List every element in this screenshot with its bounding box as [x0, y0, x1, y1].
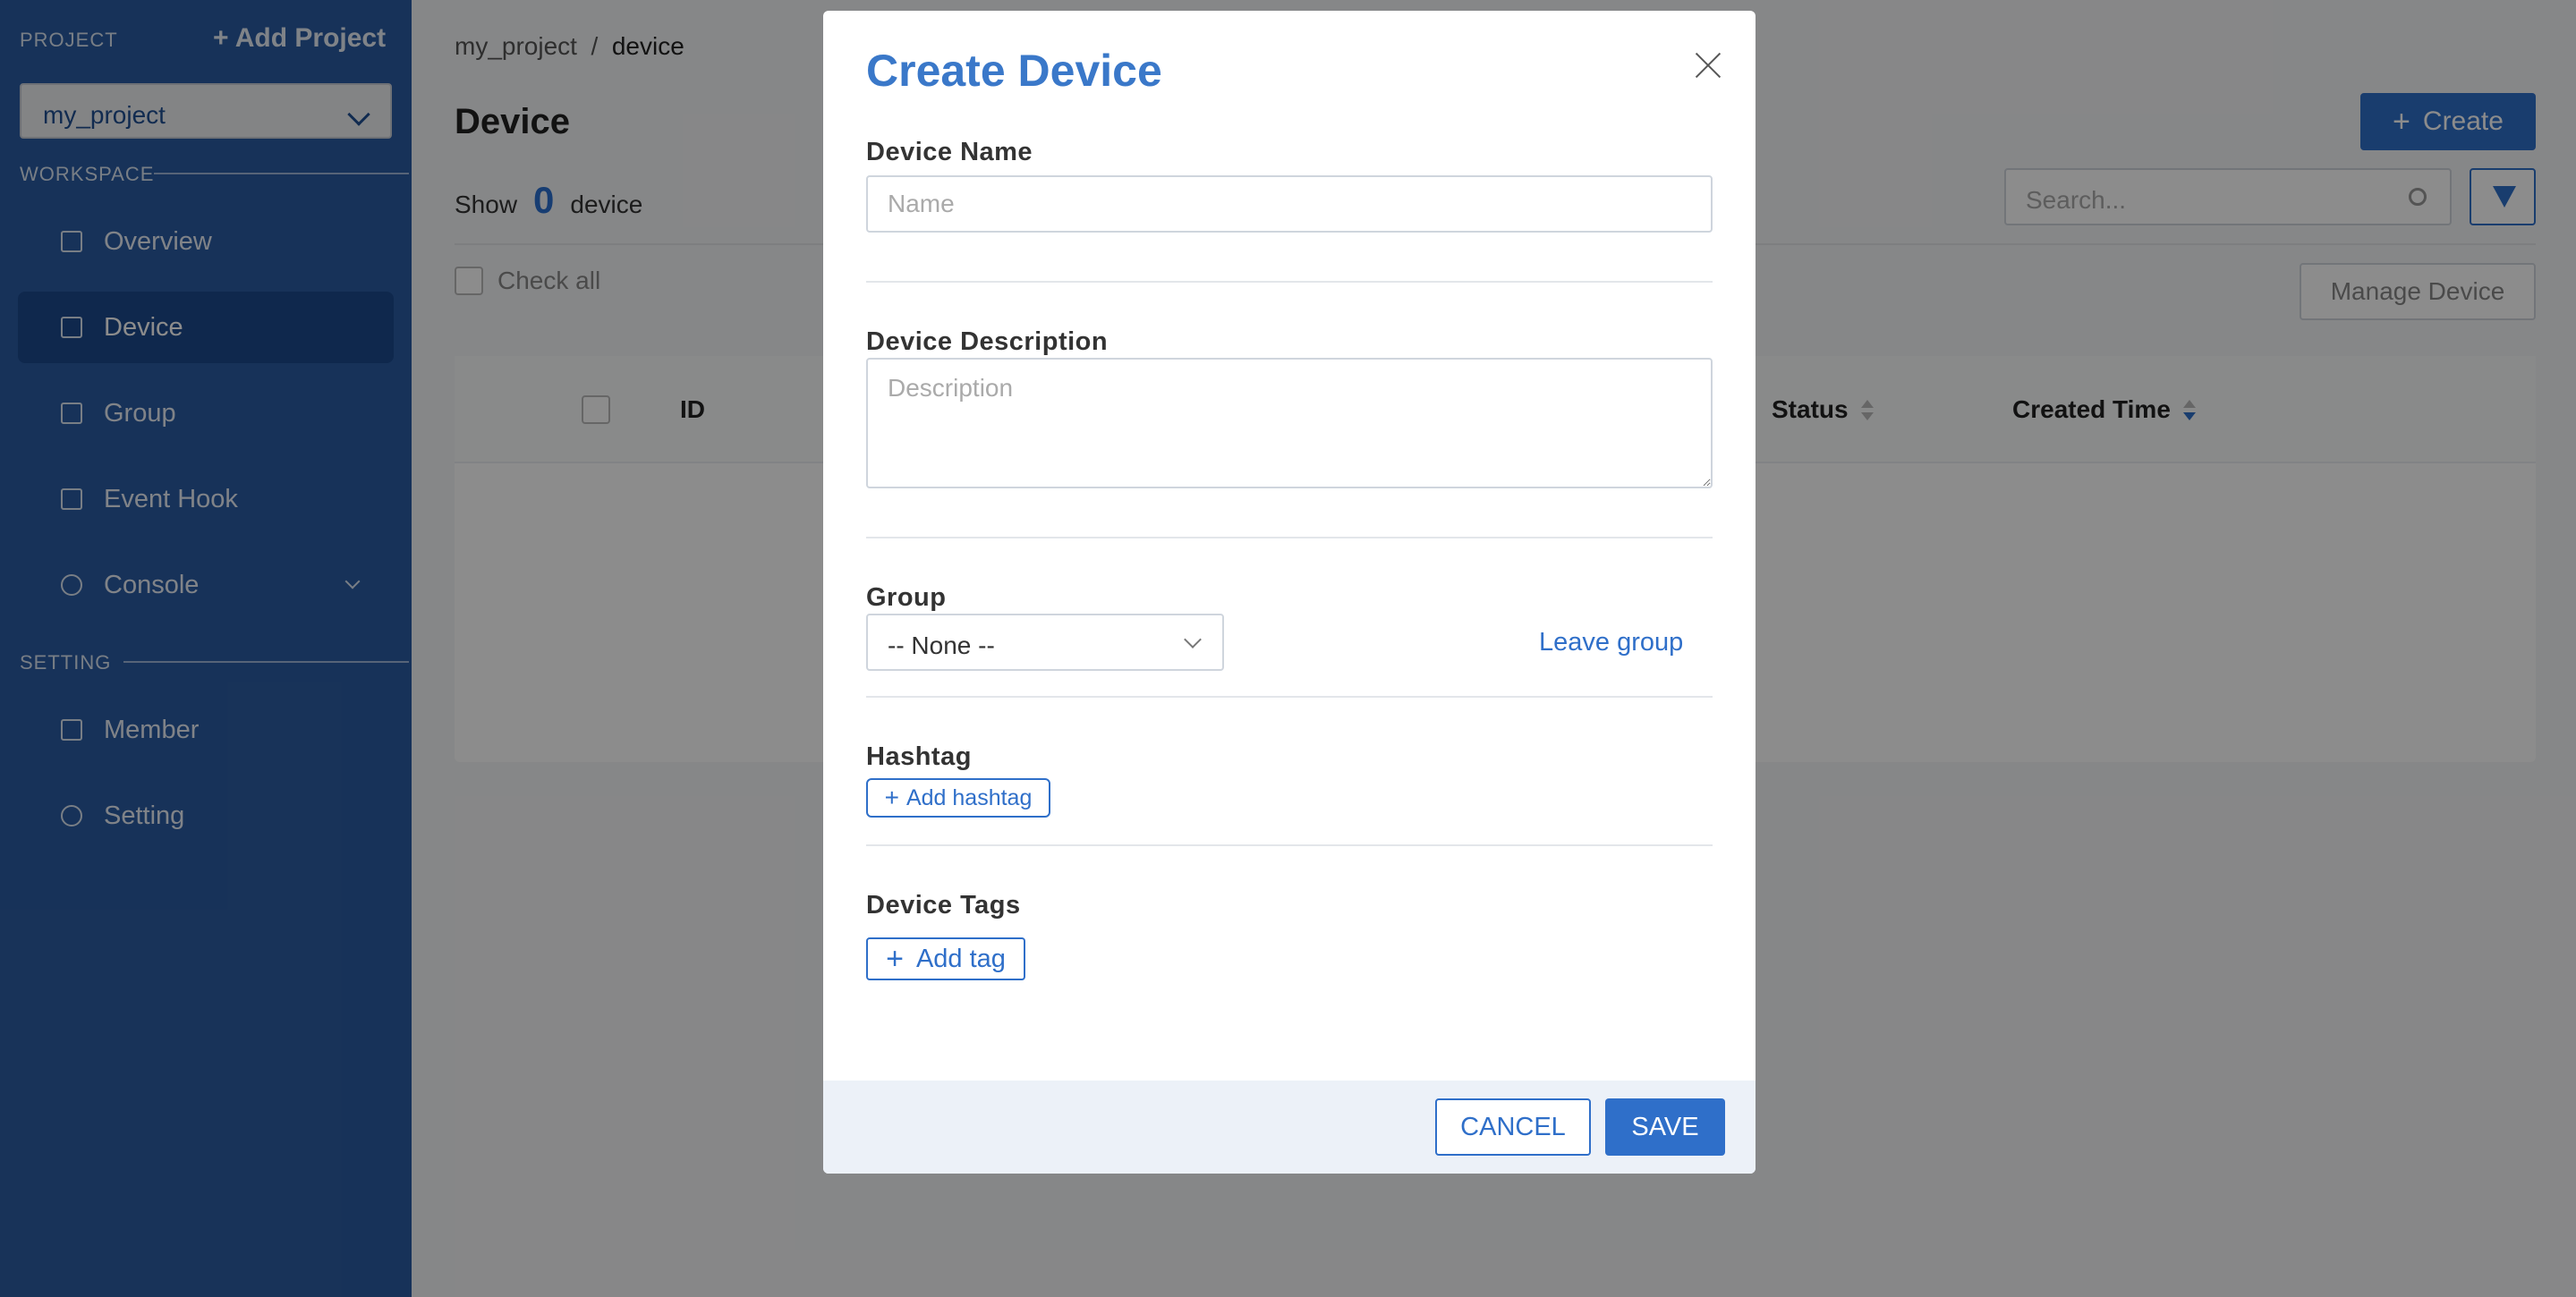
divider [866, 696, 1713, 698]
device-name-label: Device Name [866, 138, 1033, 166]
create-device-modal: Create Device Device Name Device Descrip… [823, 11, 1756, 1174]
close-icon[interactable] [1691, 48, 1725, 82]
group-select-value: -- None -- [888, 632, 995, 659]
add-hashtag-button[interactable]: + Add hashtag [866, 778, 1050, 818]
device-tags-label: Device Tags [866, 891, 1021, 920]
device-name-input[interactable] [866, 175, 1713, 233]
leave-group-link[interactable]: Leave group [1539, 628, 1683, 657]
modal-footer: CANCEL SAVE [823, 1081, 1756, 1174]
plus-icon: + [886, 942, 904, 976]
device-description-label: Device Description [866, 327, 1109, 356]
save-button[interactable]: SAVE [1605, 1098, 1725, 1156]
chevron-down-icon [1184, 631, 1202, 648]
plus-icon: + [884, 784, 899, 811]
divider [866, 537, 1713, 538]
add-tag-label: Add tag [915, 944, 1006, 973]
group-label: Group [866, 583, 947, 612]
add-tag-button[interactable]: + Add tag [866, 937, 1025, 980]
hashtag-label: Hashtag [866, 742, 972, 771]
modal-title: Create Device [866, 46, 1162, 96]
divider [866, 844, 1713, 846]
cancel-button[interactable]: CANCEL [1435, 1098, 1591, 1156]
group-select[interactable]: -- None -- [866, 614, 1224, 671]
add-hashtag-label: Add hashtag [905, 784, 1033, 810]
divider [866, 281, 1713, 283]
device-description-input[interactable] [866, 358, 1713, 488]
